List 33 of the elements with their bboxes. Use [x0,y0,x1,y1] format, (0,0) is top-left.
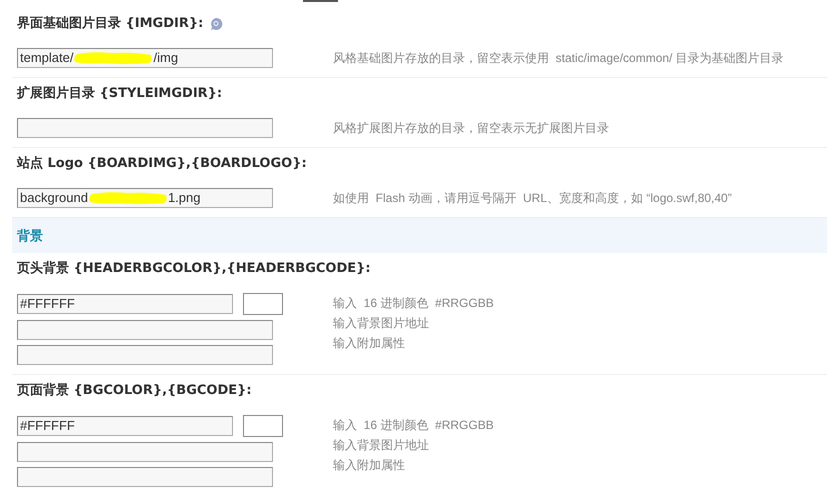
color-input[interactable]: #FFFFFF [17,294,233,314]
section-title: 背景 [17,226,43,245]
field-label: 页面背景 {BGCOLOR},{BGCODE}: [17,382,252,400]
color-swatch[interactable] [243,293,283,315]
field-label: 页头背景 {HEADERBGCOLOR},{HEADERBGCODE}: [17,260,371,278]
text-input[interactable] [17,345,273,365]
field-label: 站点 Logo {BOARDIMG},{BOARDLOGO}: [17,155,307,174]
color-swatch[interactable] [243,415,283,437]
field-description: 输入背景图片地址 [333,315,430,332]
field-label: 扩展图片目录 {STYLEIMGDIR}: [17,84,222,104]
field-description: 输入附加属性 [333,457,406,474]
field-value: template/ [20,49,74,67]
color-input[interactable]: #FFFFFF [17,416,233,436]
field-description: 风格扩展图片存放的目录，留空表示无扩展图片目录 [333,120,609,137]
text-input[interactable] [17,467,273,487]
text-input[interactable]: background 1.png [17,188,273,208]
field-value: #FFFFFF [20,417,75,435]
field-description: 输入背景图片地址 [333,437,430,454]
field-description: 输入 16 进制颜色 #RRGGBB [333,295,494,312]
field-description: 如使用 Flash 动画，请用逗号隔开 URL、宽度和高度，如 “logo.swf,80,40” [333,190,732,207]
field-value: background [20,189,88,207]
field-description: 风格基础图片存放的目录，留空表示使用 static/image/common/ 目录为基础图片目录 [333,50,784,67]
text-input[interactable] [17,442,273,462]
text-input[interactable]: template/ /img [17,48,273,68]
text-input[interactable] [17,320,273,340]
field-description: 输入附加属性 [333,335,406,352]
field-value: 1.png [168,189,200,207]
field-label: 界面基础图片目录 {IMGDIR}: [17,15,204,34]
text-input[interactable] [17,118,273,138]
field-value: #FFFFFF [20,295,75,313]
field-value: /img [153,49,178,67]
help-icon[interactable] [209,17,224,31]
field-description: 输入 16 进制颜色 #RRGGBB [333,417,494,434]
